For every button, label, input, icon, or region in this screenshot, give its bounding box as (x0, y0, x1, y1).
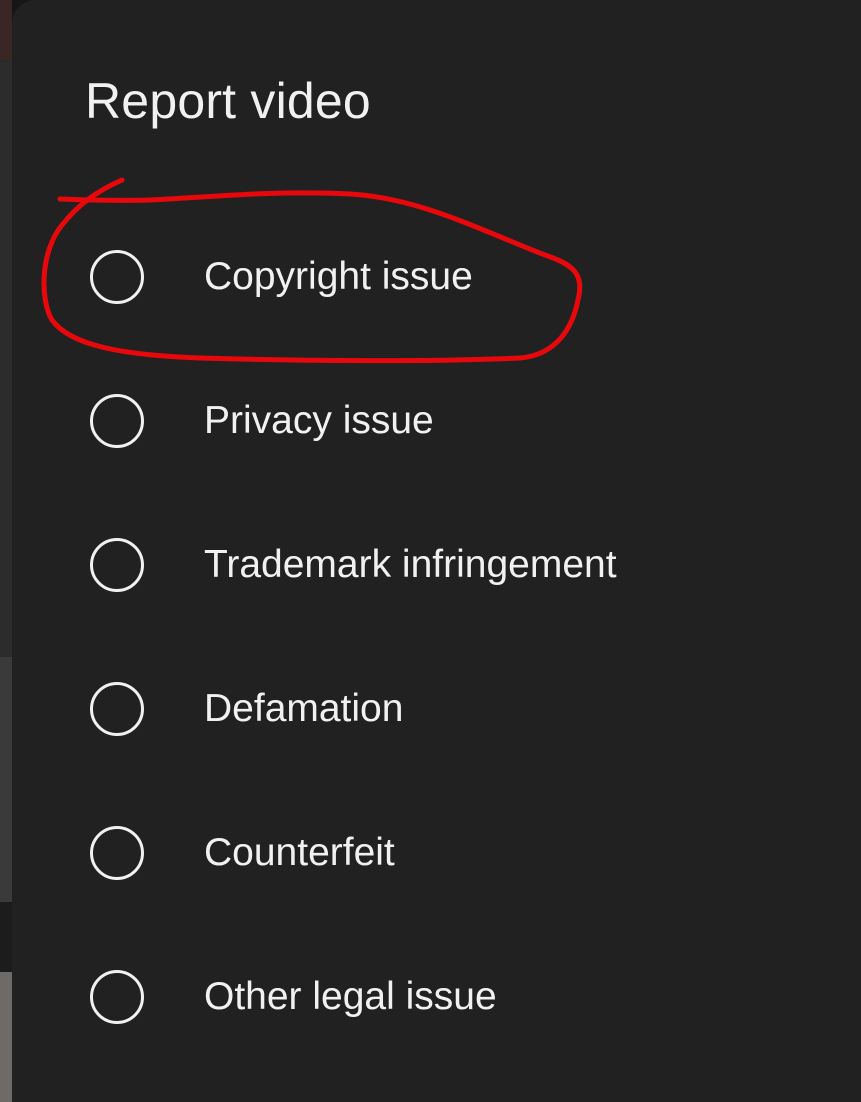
option-other-legal-issue[interactable]: Other legal issue (72, 949, 772, 1049)
option-label: Privacy issue (204, 399, 434, 442)
background-thumbnail (0, 0, 12, 60)
radio-button[interactable] (90, 538, 144, 592)
background-content (0, 657, 12, 902)
option-label: Trademark infringement (204, 543, 617, 586)
option-trademark-infringement[interactable]: Trademark infringement (72, 517, 772, 617)
sheet-title: Report video (85, 73, 371, 129)
option-copyright-issue[interactable]: Copyright issue (72, 229, 772, 329)
option-label: Other legal issue (204, 975, 497, 1018)
option-privacy-issue[interactable]: Privacy issue (72, 373, 772, 473)
option-label: Copyright issue (204, 255, 473, 298)
report-video-sheet: Report video Copyright issue Privacy iss… (12, 0, 861, 1102)
radio-button[interactable] (90, 970, 144, 1024)
background-content (0, 62, 12, 657)
option-defamation[interactable]: Defamation (72, 661, 772, 761)
background-thumbnail (0, 972, 12, 1102)
radio-button[interactable] (90, 826, 144, 880)
radio-button[interactable] (90, 394, 144, 448)
option-label: Counterfeit (204, 831, 395, 874)
background-content (0, 902, 12, 972)
radio-button[interactable] (90, 682, 144, 736)
background-page-edge (0, 0, 12, 1102)
option-label: Defamation (204, 687, 404, 730)
option-counterfeit[interactable]: Counterfeit (72, 805, 772, 905)
screen: Report video Copyright issue Privacy iss… (0, 0, 861, 1102)
radio-button[interactable] (90, 250, 144, 304)
